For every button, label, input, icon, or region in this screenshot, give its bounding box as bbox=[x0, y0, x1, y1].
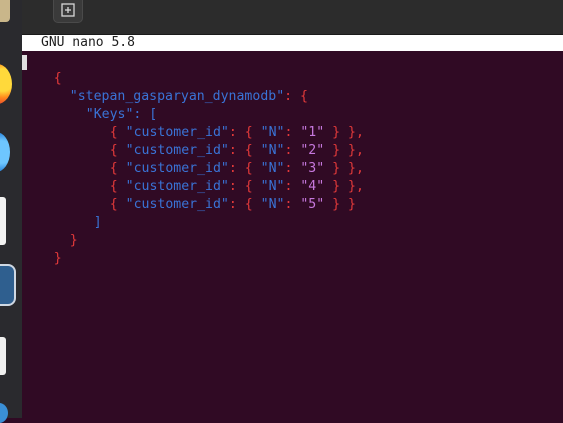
thunderbird-icon[interactable] bbox=[0, 132, 10, 172]
code-line-1: { bbox=[22, 52, 62, 86]
libreoffice-icon[interactable] bbox=[0, 197, 6, 245]
app-dock bbox=[0, 0, 22, 423]
editor-area[interactable]: { "stepan_gasparyan_dynamodb": { "Keys":… bbox=[22, 52, 563, 418]
value-5: "5" bbox=[300, 197, 325, 212]
new-tab-button[interactable] bbox=[53, 0, 83, 23]
code-line-4: { "customer_id": { "N": "1" } }, bbox=[109, 125, 364, 140]
postgres-icon[interactable] bbox=[0, 264, 16, 306]
nano-title-bar: GNU nano 5.8 bbox=[22, 35, 563, 51]
code-line-6: { "customer_id": { "N": "3" } }, bbox=[109, 161, 364, 176]
key-field: "customer_id" bbox=[125, 197, 229, 212]
type-field: "N" bbox=[260, 197, 285, 212]
new-tab-icon bbox=[61, 2, 75, 17]
code-line-3: "Keys": [ bbox=[85, 107, 158, 122]
code-line-8: { "customer_id": { "N": "5" } } bbox=[109, 197, 356, 212]
code-line-7: { "customer_id": { "N": "4" } }, bbox=[109, 179, 364, 194]
firefox-icon[interactable] bbox=[0, 64, 12, 104]
app-icon-partial[interactable] bbox=[0, 403, 8, 423]
outer-close-brace: } bbox=[53, 251, 62, 266]
code-line-11: } bbox=[22, 232, 62, 266]
code-line-5: { "customer_id": { "N": "2" } }, bbox=[109, 143, 364, 158]
close-bracket: ] bbox=[93, 215, 102, 230]
inner-close-brace: } bbox=[69, 233, 78, 248]
code-line-10: } bbox=[38, 214, 78, 248]
code-line-2: "stepan_gasparyan_dynamodb": { bbox=[69, 89, 308, 104]
files-app-icon[interactable] bbox=[0, 0, 10, 22]
nano-version-label: GNU nano 5.8 bbox=[41, 35, 135, 50]
text-editor-icon[interactable] bbox=[0, 337, 6, 375]
terminal-header-bar bbox=[22, 0, 563, 34]
code-line-9: ] bbox=[62, 196, 102, 230]
